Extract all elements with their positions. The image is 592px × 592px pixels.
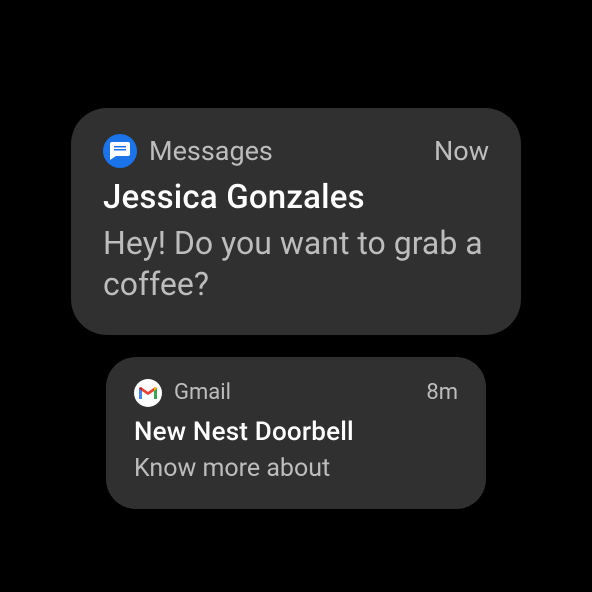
sender-name: Jessica Gonzales [103,178,489,217]
messages-icon [110,142,130,160]
notification-header: Messages Now [103,134,489,168]
notification-card[interactable]: Messages Now Jessica Gonzales Hey! Do yo… [71,108,521,335]
message-preview: Know more about [134,453,458,485]
notification-card[interactable]: Gmail 8m New Nest Doorbell Know more abo… [106,357,486,509]
header-left: Messages [103,134,273,168]
message-preview: Hey! Do you want to grab a coffee? [103,223,489,305]
timestamp: 8m [426,380,458,405]
messages-app-icon [103,134,137,168]
app-name: Messages [149,135,273,167]
sender-name: New Nest Doorbell [134,417,458,447]
notification-header: Gmail 8m [134,379,458,407]
timestamp: Now [434,135,489,167]
gmail-icon [139,386,157,400]
header-left: Gmail [134,379,231,407]
gmail-app-icon [134,379,162,407]
app-name: Gmail [174,380,231,405]
